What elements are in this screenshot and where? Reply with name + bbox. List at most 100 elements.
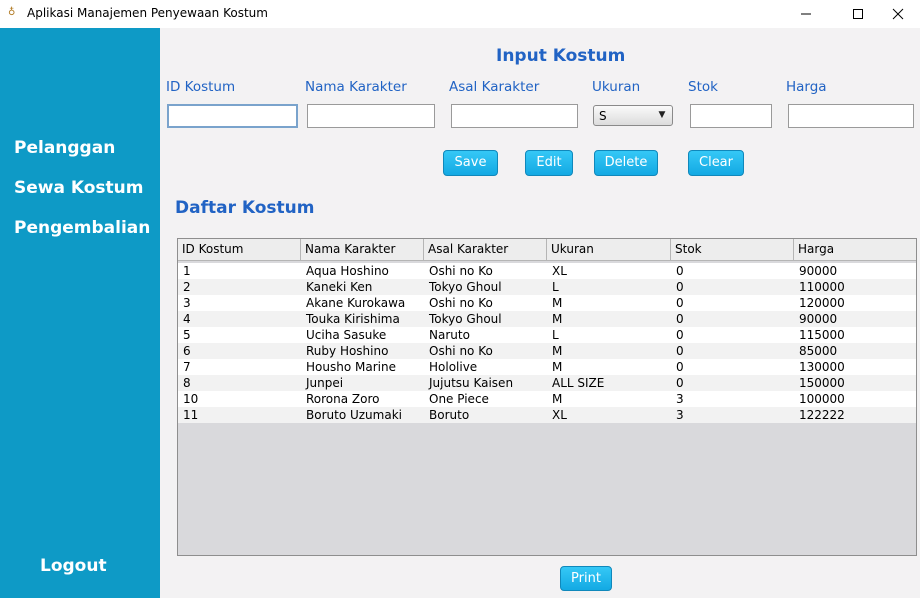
column-header[interactable]: ID Kostum: [178, 239, 301, 260]
table-cell: 85000: [799, 344, 838, 358]
label-id-kostum: ID Kostum: [166, 79, 236, 95]
table-cell: Akane Kurokawa: [306, 296, 406, 310]
logout-button[interactable]: Logout: [40, 556, 107, 576]
label-asal-karakter: Asal Karakter: [449, 79, 540, 95]
table-cell: M: [552, 392, 563, 406]
table-cell: 0: [676, 296, 684, 310]
table-row[interactable]: 4 Touka Kirishima Tokyo Ghoul M 0 90000: [178, 311, 916, 327]
table-cell: 4: [183, 312, 191, 326]
table-cell: Uciha Sasuke: [306, 328, 387, 342]
nama-karakter-input[interactable]: [307, 104, 435, 128]
table-cell: 7: [183, 360, 191, 374]
title-bar: ♁ Aplikasi Manajemen Penyewaan Kostum: [0, 0, 920, 28]
table-cell: Junpei: [306, 376, 344, 390]
table-cell: Hololive: [429, 360, 478, 374]
ukuran-selected-value: S: [599, 109, 607, 123]
table-row[interactable]: 10 Rorona Zoro One Piece M 3 100000: [178, 391, 916, 407]
table-cell: 0: [676, 344, 684, 358]
table-cell: XL: [552, 264, 567, 278]
table-cell: 0: [676, 312, 684, 326]
table-cell: XL: [552, 408, 567, 422]
table-cell: 2: [183, 280, 191, 294]
column-header[interactable]: Asal Karakter: [424, 239, 547, 260]
table-cell: 0: [676, 280, 684, 294]
table-cell: 6: [183, 344, 191, 358]
table-row[interactable]: 7 Housho Marine Hololive M 0 130000: [178, 359, 916, 375]
dropdown-arrow-icon: ▼: [658, 110, 666, 120]
table-row[interactable]: 3 Akane Kurokawa Oshi no Ko M 0 120000: [178, 295, 916, 311]
minimize-button[interactable]: [783, 0, 829, 28]
table-cell: 10: [183, 392, 199, 406]
edit-button[interactable]: Edit: [525, 150, 573, 176]
table-cell: Kaneki Ken: [306, 280, 373, 294]
label-nama-karakter: Nama Karakter: [305, 79, 407, 95]
sidebar-item-pelanggan[interactable]: Pelanggan: [14, 138, 115, 158]
harga-input[interactable]: [788, 104, 914, 128]
column-header[interactable]: Harga: [794, 239, 916, 260]
minimize-icon: [801, 13, 811, 15]
table-cell: Tokyo Ghoul: [429, 312, 502, 326]
table-cell: Tokyo Ghoul: [429, 280, 502, 294]
label-stok: Stok: [688, 79, 718, 95]
table-cell: Rorona Zoro: [306, 392, 380, 406]
maximize-icon: [853, 9, 863, 19]
table-cell: Touka Kirishima: [306, 312, 400, 326]
table-cell: 3: [676, 392, 684, 406]
table-cell: 110000: [799, 280, 845, 294]
label-ukuran: Ukuran: [592, 79, 641, 95]
table-cell: 8: [183, 376, 191, 390]
table-cell: 122222: [799, 408, 845, 422]
table-body: 1 Aqua Hoshino Oshi no Ko XL 0 90000 2 Kaneki K…: [178, 263, 916, 423]
table-row[interactable]: 2 Kaneki Ken Tokyo Ghoul L 0 110000: [178, 279, 916, 295]
table-cell: Housho Marine: [306, 360, 396, 374]
table-cell: Naruto: [429, 328, 470, 342]
asal-karakter-input[interactable]: [451, 104, 578, 128]
close-button[interactable]: [875, 0, 920, 28]
table-cell: M: [552, 296, 563, 310]
table-cell: 0: [676, 360, 684, 374]
table-row[interactable]: 11 Boruto Uzumaki Boruto XL 3 122222: [178, 407, 916, 423]
table-cell: L: [552, 328, 559, 342]
table-cell: Boruto Uzumaki: [306, 408, 402, 422]
table-row[interactable]: 5 Uciha Sasuke Naruto L 0 115000: [178, 327, 916, 343]
table-cell: 90000: [799, 264, 838, 278]
table-row[interactable]: 1 Aqua Hoshino Oshi no Ko XL 0 90000: [178, 263, 916, 279]
table-header: ID Kostum Nama Karakter Asal Karakter Uk…: [178, 239, 916, 261]
label-harga: Harga: [786, 79, 827, 95]
column-header[interactable]: Stok: [671, 239, 794, 260]
column-header[interactable]: Nama Karakter: [301, 239, 424, 260]
close-icon: [892, 8, 904, 20]
delete-button[interactable]: Delete: [594, 150, 658, 176]
table-cell: Oshi no Ko: [429, 344, 493, 358]
ukuran-select[interactable]: S ▼: [593, 105, 673, 126]
save-button[interactable]: Save: [443, 150, 498, 176]
table-cell: 0: [676, 264, 684, 278]
table-cell: 120000: [799, 296, 845, 310]
table-cell: 5: [183, 328, 191, 342]
table-cell: Boruto: [429, 408, 470, 422]
clear-button[interactable]: Clear: [688, 150, 744, 176]
print-button[interactable]: Print: [560, 566, 612, 591]
form-heading: Input Kostum: [496, 46, 626, 66]
table-cell: 115000: [799, 328, 845, 342]
table-cell: 3: [183, 296, 191, 310]
sidebar: Pelanggan Sewa Kostum Pengembalian Logou…: [0, 28, 160, 598]
table-row[interactable]: 6 Ruby Hoshino Oshi no Ko M 0 85000: [178, 343, 916, 359]
table-cell: M: [552, 312, 563, 326]
table-cell: Jujutsu Kaisen: [429, 376, 514, 390]
table-cell: L: [552, 280, 559, 294]
table-cell: 130000: [799, 360, 845, 374]
table-cell: Ruby Hoshino: [306, 344, 389, 358]
table-cell: M: [552, 344, 563, 358]
table-row[interactable]: 8 Junpei Jujutsu Kaisen ALL SIZE 0 150000: [178, 375, 916, 391]
sidebar-item-sewa-kostum[interactable]: Sewa Kostum: [14, 178, 143, 198]
sidebar-item-pengembalian[interactable]: Pengembalian: [14, 218, 150, 238]
costume-app-icon: ♁: [8, 7, 16, 18]
table-cell: 90000: [799, 312, 838, 326]
window-title: Aplikasi Manajemen Penyewaan Kostum: [27, 6, 268, 20]
stok-input[interactable]: [690, 104, 772, 128]
id-kostum-input[interactable]: [167, 104, 298, 128]
table-cell: 11: [183, 408, 199, 422]
column-header[interactable]: Ukuran: [547, 239, 671, 260]
kostum-table[interactable]: ID Kostum Nama Karakter Asal Karakter Uk…: [177, 238, 917, 556]
